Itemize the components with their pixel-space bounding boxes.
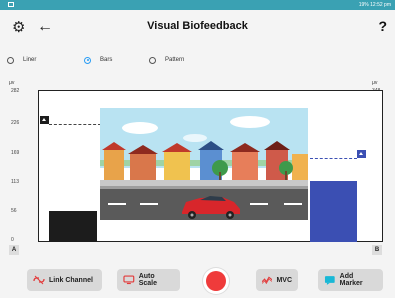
pulse-icon xyxy=(262,276,273,285)
left-tick-label: 113 xyxy=(11,179,19,185)
radio-pattern-indicator[interactable] xyxy=(149,56,156,64)
notification-icon xyxy=(8,2,14,7)
threshold-line-b xyxy=(310,158,357,159)
left-tick-label: 226 xyxy=(11,120,20,126)
add-marker-button[interactable]: Add Marker xyxy=(318,269,383,291)
bar-channel-a xyxy=(49,211,97,242)
display-mode-group: Liner Bars Pattern xyxy=(0,54,395,68)
help-button[interactable]: ? xyxy=(378,18,387,34)
auto-scale-label: Auto Scale xyxy=(138,273,157,287)
channel-label-a: A xyxy=(9,245,19,255)
bar-channel-b xyxy=(310,181,357,242)
add-marker-label: Add Marker xyxy=(339,273,363,287)
left-tick-label: 0 xyxy=(11,237,14,243)
radio-bars-indicator[interactable] xyxy=(84,56,91,64)
left-tick-label: 169 xyxy=(11,150,20,156)
radio-bars[interactable]: Bars xyxy=(84,54,112,66)
record-button[interactable] xyxy=(203,268,229,294)
mvc-button[interactable]: MVC xyxy=(256,269,298,291)
radio-liner-indicator[interactable] xyxy=(7,56,14,64)
record-dot-icon xyxy=(206,271,226,291)
unlink-icon xyxy=(33,275,45,285)
auto-scale-button[interactable]: Auto Scale xyxy=(117,269,180,291)
radio-pattern-label: Pattern xyxy=(165,57,185,63)
link-channel-label: Link Channel xyxy=(49,276,93,284)
radio-pattern[interactable]: Pattern xyxy=(149,54,184,66)
radio-bars-label: Bars xyxy=(100,57,113,63)
threshold-handle-a[interactable] xyxy=(40,116,49,124)
right-axis-unit: μv xyxy=(372,80,378,86)
left-tick-label: 282 xyxy=(11,88,20,94)
comment-icon xyxy=(324,276,335,285)
left-axis-unit: μv xyxy=(9,80,15,86)
link-channel-button[interactable]: Link Channel xyxy=(27,269,102,291)
mvc-label: MVC xyxy=(276,276,292,284)
page-title: Visual Biofeedback xyxy=(147,20,248,32)
monitor-icon xyxy=(123,275,135,285)
threshold-handle-b[interactable] xyxy=(357,150,366,158)
left-tick-label: 56 xyxy=(11,208,17,214)
app-bar: ⚙ ← Visual Biofeedback ? xyxy=(0,10,395,44)
bottom-toolbar: Link Channel Auto Scale MVC Add Marker xyxy=(0,268,395,294)
threshold-line-a xyxy=(49,124,101,125)
radio-liner-label: Liner xyxy=(23,57,37,63)
street-scene-illustration xyxy=(100,108,308,220)
status-bar: 19% 12:52 pm xyxy=(0,0,395,10)
radio-liner[interactable]: Liner xyxy=(7,54,36,66)
status-time: 19% 12:52 pm xyxy=(358,2,391,8)
channel-label-b: B xyxy=(372,245,382,255)
